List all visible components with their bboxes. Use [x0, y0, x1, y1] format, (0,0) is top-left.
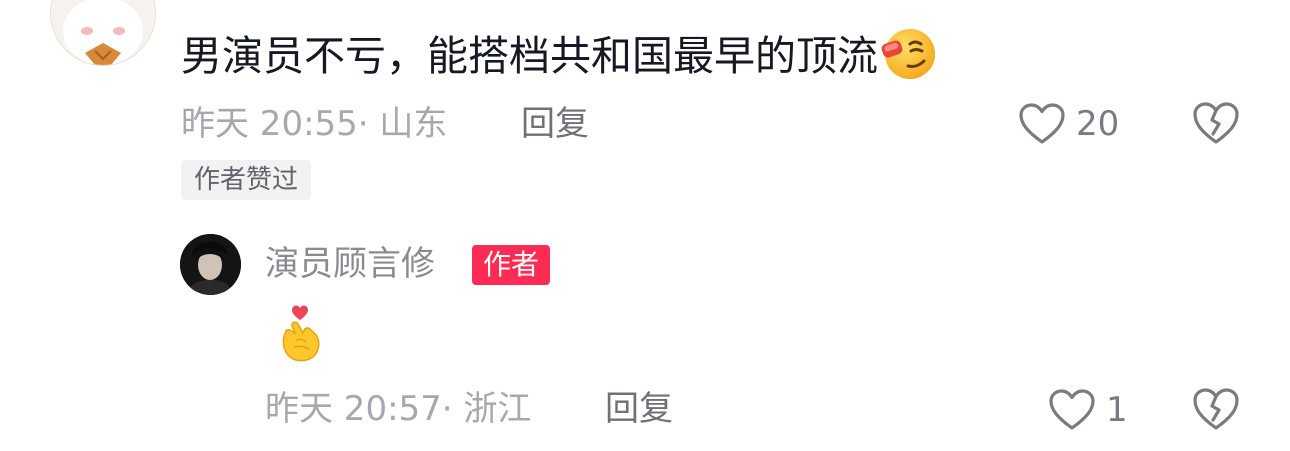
reply-user-avatar[interactable] — [180, 234, 241, 295]
reply-reply-button[interactable]: 回复 — [605, 389, 673, 429]
smirk-emoji-icon — [880, 24, 938, 94]
comment-text: 男演员不亏，能搭档共和国最早的顶流 — [181, 24, 938, 94]
cat-avatar-icon — [51, 0, 155, 65]
comment-like-button[interactable]: 20 — [1018, 100, 1119, 148]
reply-like-count: 1 — [1106, 390, 1128, 430]
comment-reply-button[interactable]: 回复 — [521, 104, 589, 144]
comment-dislike-button[interactable] — [1192, 100, 1240, 150]
person-avatar-icon — [180, 234, 241, 295]
heart-outline-icon — [1049, 389, 1095, 430]
reply-time-location: 昨天 20:57· 浙江 — [265, 389, 532, 429]
finger-heart-emoji-icon — [276, 302, 324, 368]
author-badge: 作者 — [472, 245, 551, 285]
comment-text-content: 男演员不亏，能搭档共和国最早的顶流 — [181, 32, 878, 80]
comment-like-count: 20 — [1076, 104, 1120, 144]
reply-like-button[interactable]: 1 — [1048, 386, 1128, 434]
comment-thread: 男演员不亏，能搭档共和国最早的顶流 昨天 20:55· 山东 回复 20 作者赞… — [0, 0, 1290, 451]
author-liked-badge: 作者赞过 — [181, 160, 312, 200]
reply-dislike-button[interactable] — [1192, 386, 1240, 436]
broken-heart-icon — [1193, 102, 1239, 144]
reply-username[interactable]: 演员顾言修 — [265, 243, 435, 285]
broken-heart-icon — [1193, 388, 1239, 430]
commenter-avatar[interactable] — [50, 0, 156, 66]
heart-outline-icon — [1019, 103, 1065, 144]
comment-time-location: 昨天 20:55· 山东 — [181, 104, 448, 144]
